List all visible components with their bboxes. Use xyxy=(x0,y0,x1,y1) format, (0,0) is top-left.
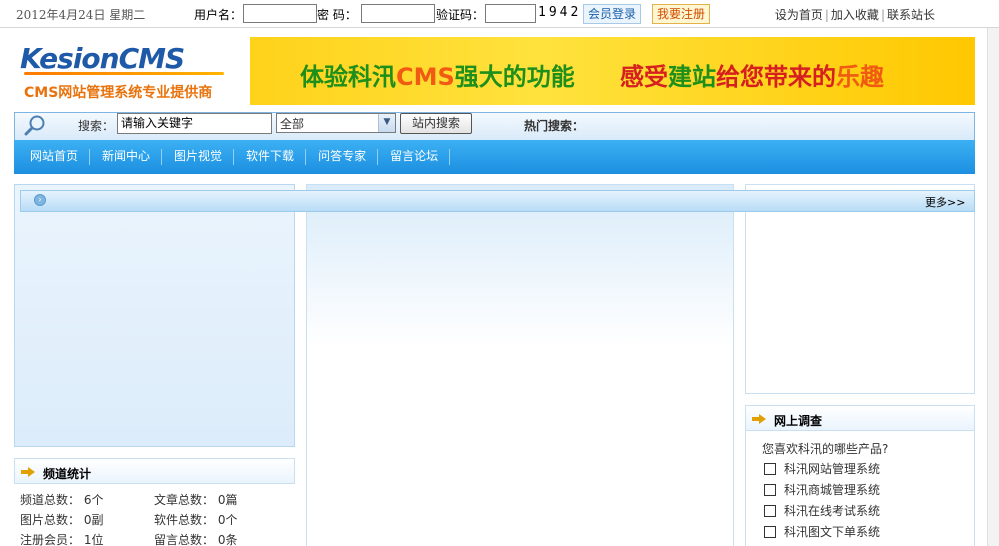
stat-row: 注册会员： 1位 留言总数： 0条 xyxy=(20,532,290,546)
member-login-button[interactable]: 会员登录 xyxy=(583,4,642,24)
survey-option[interactable]: 科汛在线考试系统 xyxy=(764,500,880,521)
survey-option[interactable]: 科汛图文下单系统 xyxy=(764,521,880,542)
checkbox[interactable] xyxy=(764,462,776,475)
password-input[interactable] xyxy=(361,4,435,23)
center-panel xyxy=(306,184,734,546)
banner-right-slogan: 感受建站给您带来的乐趣 xyxy=(620,63,884,91)
stat-row: 频道总数： 6个 文章总数： 0篇 xyxy=(20,492,290,512)
stat-images: 图片总数： 0副 xyxy=(20,513,104,527)
chevron-down-icon: ▼ xyxy=(378,114,395,132)
survey-title: 网上调查 xyxy=(774,414,823,428)
news-ticker-bar xyxy=(20,190,975,212)
captcha-image[interactable]: 1942 xyxy=(538,5,581,20)
hot-search-label: 热门搜索： xyxy=(524,119,585,133)
nav-items: 网站首页 新闻中心 图片视觉 软件下载 问答专家 留言论坛 xyxy=(30,149,462,165)
nav-item-photos[interactable]: 图片视觉 xyxy=(174,149,235,165)
logo-swoosh xyxy=(24,72,224,75)
nav-item-news[interactable]: 新闻中心 xyxy=(102,149,163,165)
survey-option[interactable]: 科汛网站管理系统 xyxy=(764,458,880,479)
search-label: 搜索： xyxy=(78,119,115,133)
logo-wordmark: KesionCMS xyxy=(20,42,185,75)
checkbox[interactable] xyxy=(764,504,776,517)
register-button[interactable]: 我要注册 xyxy=(652,4,711,24)
arrow-right-icon xyxy=(21,467,35,477)
arrow-circle-icon: › xyxy=(34,194,46,206)
left-top-panel xyxy=(14,184,295,447)
channel-stats: 频道总数： 6个 文章总数： 0篇 图片总数： 0副 软件总数： 0个 注册会员… xyxy=(20,492,290,546)
logo-tagline: CMS网站管理系统专业提供商 xyxy=(24,85,213,101)
stat-software: 软件总数： 0个 xyxy=(154,513,238,527)
current-date: 2012年4月24日 星期二 xyxy=(16,8,146,22)
stat-channels: 频道总数： 6个 xyxy=(20,493,104,507)
nav-item-home[interactable]: 网站首页 xyxy=(30,149,91,165)
promo-banner[interactable]: 体验科汛CMS强大的功能 感受建站给您带来的乐趣 xyxy=(250,37,975,105)
more-link[interactable]: 更多>> xyxy=(925,194,965,210)
nav-item-qa[interactable]: 问答专家 xyxy=(318,149,379,165)
captcha-label: 验证码： xyxy=(436,8,485,22)
search-input[interactable]: 请输入关键字 xyxy=(117,113,272,134)
page-scrollbar[interactable] xyxy=(987,28,999,546)
stat-messages: 留言总数： 0条 xyxy=(154,533,238,546)
password-label: 密 码： xyxy=(317,8,357,22)
site-logo[interactable]: KesionCMS CMS网站管理系统专业提供商 xyxy=(20,40,230,104)
nav-item-downloads[interactable]: 软件下载 xyxy=(246,149,307,165)
stat-row: 图片总数： 0副 软件总数： 0个 xyxy=(20,512,290,532)
top-links: 设为首页 | 加入收藏 | 联系站长 xyxy=(774,8,935,22)
survey-option[interactable]: 科汛商城管理系统 xyxy=(764,479,880,500)
channel-stats-title: 频道统计 xyxy=(43,467,92,481)
magnifier-icon xyxy=(22,114,50,138)
survey-question: 您喜欢科汛的哪些产品? xyxy=(762,442,889,456)
banner-left-slogan: 体验科汛CMS强大的功能 xyxy=(300,63,575,91)
contact-admin-link[interactable]: 联系站长 xyxy=(887,8,935,22)
add-favorite-link[interactable]: 加入收藏 xyxy=(831,8,879,22)
nav-item-forum[interactable]: 留言论坛 xyxy=(390,149,451,165)
right-top-panel xyxy=(745,184,975,394)
search-scope-value: 全部 xyxy=(280,117,305,131)
stat-articles: 文章总数： 0篇 xyxy=(154,493,238,507)
checkbox[interactable] xyxy=(764,483,776,496)
survey-options: 科汛网站管理系统 科汛商城管理系统 科汛在线考试系统 科汛图文下单系统 xyxy=(764,458,880,542)
arrow-right-icon xyxy=(752,414,766,424)
channel-stats-header: 频道统计 xyxy=(14,458,295,484)
site-search-button[interactable]: 站内搜索 xyxy=(400,113,472,134)
survey-header: 网上调查 xyxy=(745,405,975,431)
username-label: 用户名： xyxy=(194,8,243,22)
search-scope-select[interactable]: 全部 ▼ xyxy=(276,113,396,133)
set-homepage-link[interactable]: 设为首页 xyxy=(775,8,823,22)
checkbox[interactable] xyxy=(764,525,776,538)
username-input[interactable] xyxy=(243,4,317,23)
captcha-input[interactable] xyxy=(485,4,536,23)
stat-members: 注册会员： 1位 xyxy=(20,533,104,546)
